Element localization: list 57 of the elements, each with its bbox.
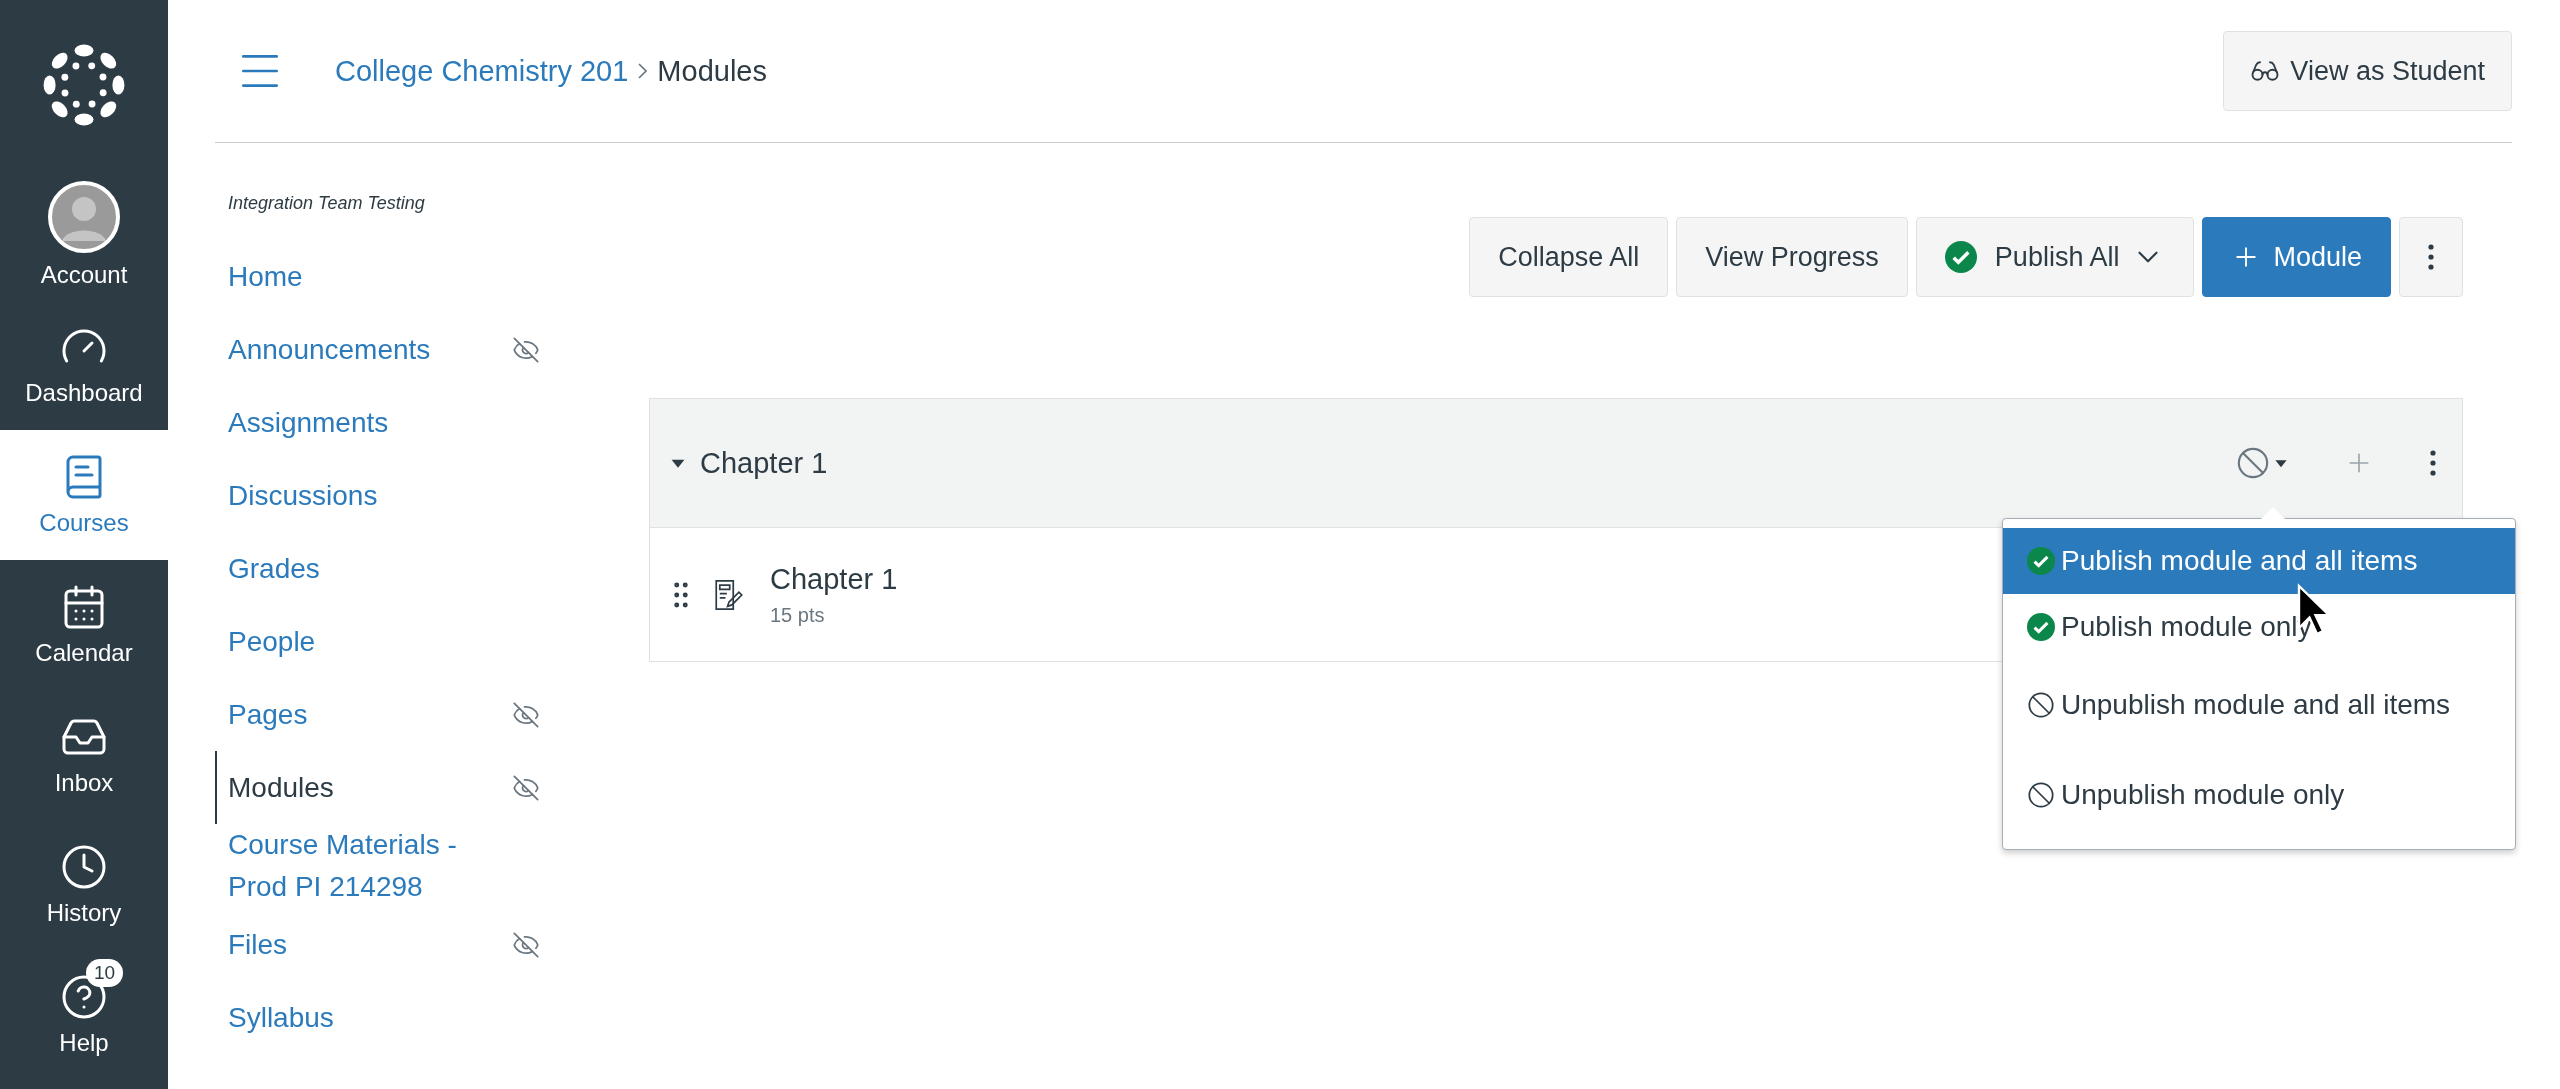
nav-label: Inbox xyxy=(54,769,114,797)
course-subtitle: Integration Team Testing xyxy=(227,193,426,214)
ban-icon xyxy=(2027,691,2055,719)
hidden-eye-icon xyxy=(512,335,540,364)
item-points: 15 pts xyxy=(770,603,826,627)
chevron-right-icon xyxy=(638,63,648,79)
menu-item[interactable]: Publish module only xyxy=(2003,594,2515,660)
course-nav-link[interactable]: Assignments xyxy=(215,386,560,459)
clock-icon xyxy=(60,843,108,891)
nav-item[interactable]: Inbox xyxy=(0,690,168,820)
nav-label: Calendar xyxy=(35,639,133,667)
nav-item[interactable]: Dashboard xyxy=(0,300,168,430)
menu-item[interactable]: Unpublish module only xyxy=(2003,750,2515,840)
toolbar-button[interactable]: Collapse All xyxy=(1469,217,1669,297)
hidden-eye-icon xyxy=(512,773,540,802)
nav-item[interactable]: Account xyxy=(0,170,168,300)
unpublished-icon xyxy=(2236,446,2270,480)
nav-item[interactable]: History xyxy=(0,820,168,950)
hidden-eye-icon xyxy=(512,930,540,959)
course-nav-link[interactable]: Announcements xyxy=(215,313,560,386)
course-nav-link[interactable]: People xyxy=(215,605,560,678)
view-as-student-button[interactable]: View as Student xyxy=(2223,31,2512,111)
module-title: Chapter 1 xyxy=(700,446,829,480)
publish-all-button[interactable]: Publish All xyxy=(1915,217,2195,297)
nav-label: Help xyxy=(59,1029,109,1057)
breadcrumb-link[interactable]: Modules xyxy=(657,54,767,88)
course-nav-link[interactable]: Pages xyxy=(215,678,560,751)
kebab-icon xyxy=(2430,450,2436,476)
menu-item[interactable]: Unpublish module and all items xyxy=(2003,660,2515,750)
course-nav-link[interactable]: Grades xyxy=(215,532,560,605)
count-badge: 10 xyxy=(86,959,124,987)
nav-label: Dashboard xyxy=(25,379,143,407)
logo-icon[interactable] xyxy=(41,42,127,128)
course-nav-link[interactable]: Home xyxy=(215,240,560,313)
breadcrumb-link[interactable]: College Chemistry 201 xyxy=(335,54,629,88)
nav-item[interactable]: Courses xyxy=(0,430,168,560)
check-circle-icon xyxy=(1944,241,1977,273)
avatar-icon xyxy=(48,181,120,253)
kebab-icon xyxy=(2428,244,2434,270)
toolbar-button[interactable]: View Progress xyxy=(1676,217,1908,297)
course-nav-link[interactable]: Course Materials - Prod PI 214298 xyxy=(215,824,560,908)
nav-item[interactable]: Calendar xyxy=(0,560,168,690)
course-nav-link[interactable]: Discussions xyxy=(215,459,560,532)
ban-icon xyxy=(2027,781,2055,809)
course-nav-link[interactable]: Files xyxy=(215,908,560,981)
course-nav-link[interactable]: Modules xyxy=(215,751,560,824)
nav-label: Courses xyxy=(39,509,129,537)
hidden-eye-icon xyxy=(512,700,540,729)
item-title-link[interactable]: Chapter 1 xyxy=(770,562,898,596)
check-circle-icon xyxy=(2027,547,2055,575)
nav-label: Account xyxy=(40,261,128,289)
nav-label: History xyxy=(46,899,122,927)
nav-item[interactable]: 10 Help xyxy=(0,950,168,1080)
menu-item[interactable]: Publish module and all items xyxy=(2003,528,2515,594)
check-circle-icon xyxy=(2027,613,2055,641)
course-nav-link[interactable]: Syllabus xyxy=(215,981,560,1054)
add-module-button[interactable]: Module xyxy=(2202,217,2391,297)
